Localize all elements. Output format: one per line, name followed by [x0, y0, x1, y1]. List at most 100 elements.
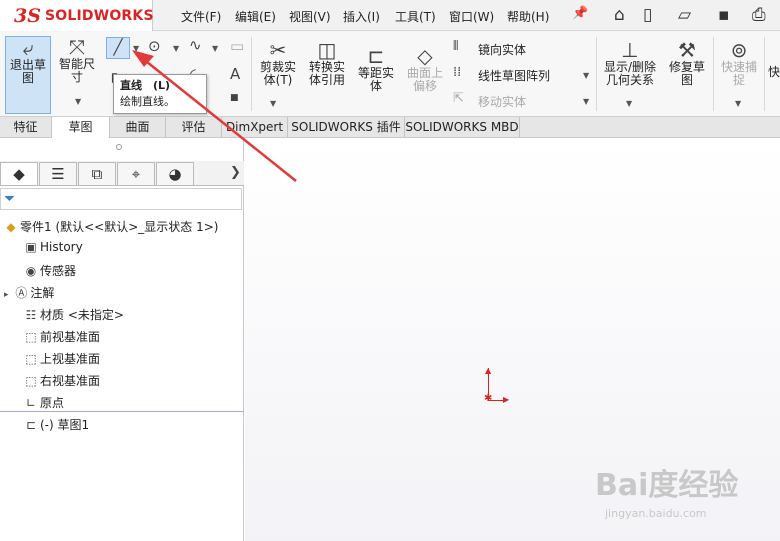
plane-icon: ⬚: [25, 352, 37, 366]
logo-mark: 3S: [14, 4, 41, 27]
surface-offset-button: ◇ 曲面上偏移: [403, 45, 447, 115]
tree-item-sketch1[interactable]: ⊏ (-) 草图1: [22, 416, 89, 433]
mirror-label[interactable]: 镜向实体: [478, 41, 526, 58]
tree-root[interactable]: ◆ 零件1 (默认<<默认>_显示状态 1>): [2, 218, 218, 235]
menu-file[interactable]: 文件(F): [181, 8, 221, 25]
tree-item-label: History: [40, 240, 83, 254]
x-arrow-icon: ▶: [503, 395, 510, 404]
snap-dropdown[interactable]: ▼: [735, 99, 741, 108]
material-icon: ☷: [25, 308, 37, 322]
smart-dimension-button[interactable]: ⤧ 智能尺寸: [55, 36, 99, 106]
point-icon[interactable]: ■: [230, 93, 239, 103]
offset-button[interactable]: ⊏ 等距实体: [354, 45, 398, 115]
display-manager-tab-icon[interactable]: ◕: [156, 162, 194, 185]
line-tooltip: 直线 (L) 绘制直线。: [113, 74, 207, 114]
y-arrow-icon: ▲: [485, 366, 492, 375]
tab-mbd[interactable]: SOLIDWORKS MBD: [405, 117, 520, 138]
tree-item-sensors[interactable]: ◉ 传感器: [22, 262, 76, 279]
tab-evaluate[interactable]: 评估: [166, 117, 222, 138]
annotation-icon: Ⓐ: [15, 286, 28, 300]
tree-filter[interactable]: ⏷: [0, 188, 242, 210]
pin-icon[interactable]: 📌: [572, 6, 588, 21]
plane-icon[interactable]: ▭: [230, 37, 244, 55]
tooltip-desc: 绘制直线。: [120, 95, 175, 108]
quick-snap-label: 快速捕捉: [720, 60, 757, 87]
linear-pattern-label[interactable]: 线性草图阵列: [478, 67, 550, 84]
rollback-bar[interactable]: [0, 411, 244, 412]
expand-icon[interactable]: ▸: [4, 290, 9, 300]
text-icon[interactable]: A: [230, 65, 240, 83]
convert-entities-button[interactable]: ◫ 转换实体引用: [304, 39, 350, 109]
logo-text: SOLIDWORKS: [44, 7, 154, 24]
tree-item-label: 传感器: [40, 264, 77, 278]
save-icon[interactable]: ▪: [718, 5, 730, 25]
smart-dim-dropdown[interactable]: ▼: [75, 97, 81, 106]
new-document-icon[interactable]: ▯: [643, 5, 652, 25]
smart-dimension-label: 智能尺寸: [58, 57, 95, 84]
menu-bar: 3S SOLIDWORKS 文件(F) 编辑(E) 视图(V) 插入(I) 工具…: [0, 0, 780, 31]
tab-features[interactable]: 特征: [0, 117, 52, 138]
feature-tree-tab-icon[interactable]: ◆: [0, 162, 38, 185]
linear-pattern-icon[interactable]: ⁞⁞: [453, 65, 461, 80]
spline-dropdown[interactable]: ▼: [212, 44, 218, 53]
property-manager-tab-icon[interactable]: ☰: [39, 162, 77, 185]
menu-tools[interactable]: 工具(T): [395, 8, 436, 25]
watermark-main: Bai度经验: [595, 468, 739, 503]
line-icon[interactable]: ╱: [106, 37, 130, 59]
menu-edit[interactable]: 编辑(E): [235, 8, 276, 25]
exit-sketch-button[interactable]: ⤶ 退出草图: [5, 36, 51, 114]
surface-offset-label: 曲面上偏移: [406, 66, 443, 93]
menu-window[interactable]: 窗口(W): [449, 8, 494, 25]
tree-item-right-plane[interactable]: ⬚ 右视基准面: [22, 372, 100, 389]
circle-dropdown[interactable]: ▼: [173, 44, 179, 53]
origin-point-icon: ✱: [484, 393, 493, 404]
circle-icon[interactable]: ⊙: [148, 37, 161, 55]
sketch-icon: ⊏: [25, 418, 37, 432]
move-icon: ⇱: [453, 91, 464, 106]
tree-item-annotations[interactable]: ▸ Ⓐ 注解: [4, 284, 54, 301]
menu-view[interactable]: 视图(V): [289, 8, 331, 25]
history-icon: ▣: [25, 240, 37, 254]
show-relations-label: 显示/删除几何关系: [603, 60, 657, 87]
tree-item-origin[interactable]: ∟ 原点: [22, 394, 64, 411]
tree-item-front-plane[interactable]: ⬚ 前视基准面: [22, 328, 100, 345]
offset-icon: ⊏: [367, 44, 385, 68]
quick-label[interactable]: 快: [768, 63, 780, 80]
tab-addins[interactable]: SOLIDWORKS 插件: [288, 117, 405, 138]
trim-icon: ✂: [269, 38, 287, 62]
spline-icon[interactable]: ∿: [189, 36, 202, 54]
repair-sketch-button[interactable]: ⚒ 修复草图: [664, 39, 710, 109]
relations-dropdown[interactable]: ▼: [626, 99, 632, 108]
tooltip-title: 直线 (L): [120, 79, 171, 92]
menu-insert[interactable]: 插入(I): [343, 8, 380, 25]
print-icon[interactable]: ⎙: [752, 5, 766, 25]
tree-item-material[interactable]: ☷ 材质 <未指定>: [22, 306, 124, 323]
smart-dimension-icon: ⤧: [69, 35, 85, 59]
tab-dimxpert[interactable]: DimXpert: [222, 117, 288, 138]
baidu-watermark: Bai度经验 jingyan.baidu.com: [595, 460, 745, 520]
home-icon[interactable]: ⌂: [614, 5, 625, 25]
pattern-dropdown[interactable]: ▼: [583, 71, 589, 80]
tree-item-label: 注解: [30, 286, 55, 300]
line-dropdown[interactable]: ▼: [133, 44, 139, 53]
relations-icon: ⊥: [621, 38, 639, 62]
open-folder-icon[interactable]: ▱: [678, 5, 691, 25]
command-tabs: 特征 草图 曲面 评估 DimXpert SOLIDWORKS 插件 SOLID…: [0, 117, 780, 138]
solidworks-logo[interactable]: 3S SOLIDWORKS: [0, 0, 154, 31]
dimxpert-tab-icon[interactable]: ⌖: [117, 162, 155, 185]
tree-item-label: 原点: [40, 396, 65, 410]
tree-item-history[interactable]: ▣ History: [22, 240, 83, 254]
panel-grip-icon[interactable]: [116, 144, 122, 150]
convert-icon: ◫: [317, 38, 337, 62]
configuration-tab-icon[interactable]: ⧉: [78, 162, 116, 185]
mirror-icon[interactable]: ⫴: [453, 39, 458, 54]
tab-sketch[interactable]: 草图: [52, 117, 110, 138]
sensor-icon: ◉: [25, 264, 37, 278]
tree-item-top-plane[interactable]: ⬚ 上视基准面: [22, 350, 100, 367]
trim-button[interactable]: ✂ 剪裁实体(T): [256, 39, 300, 109]
tab-surfaces[interactable]: 曲面: [110, 117, 166, 138]
chevron-right-icon[interactable]: ❯: [230, 165, 241, 180]
trim-dropdown[interactable]: ▼: [270, 99, 276, 108]
menu-help[interactable]: 帮助(H): [507, 8, 549, 25]
move-dropdown[interactable]: ▼: [583, 97, 589, 106]
